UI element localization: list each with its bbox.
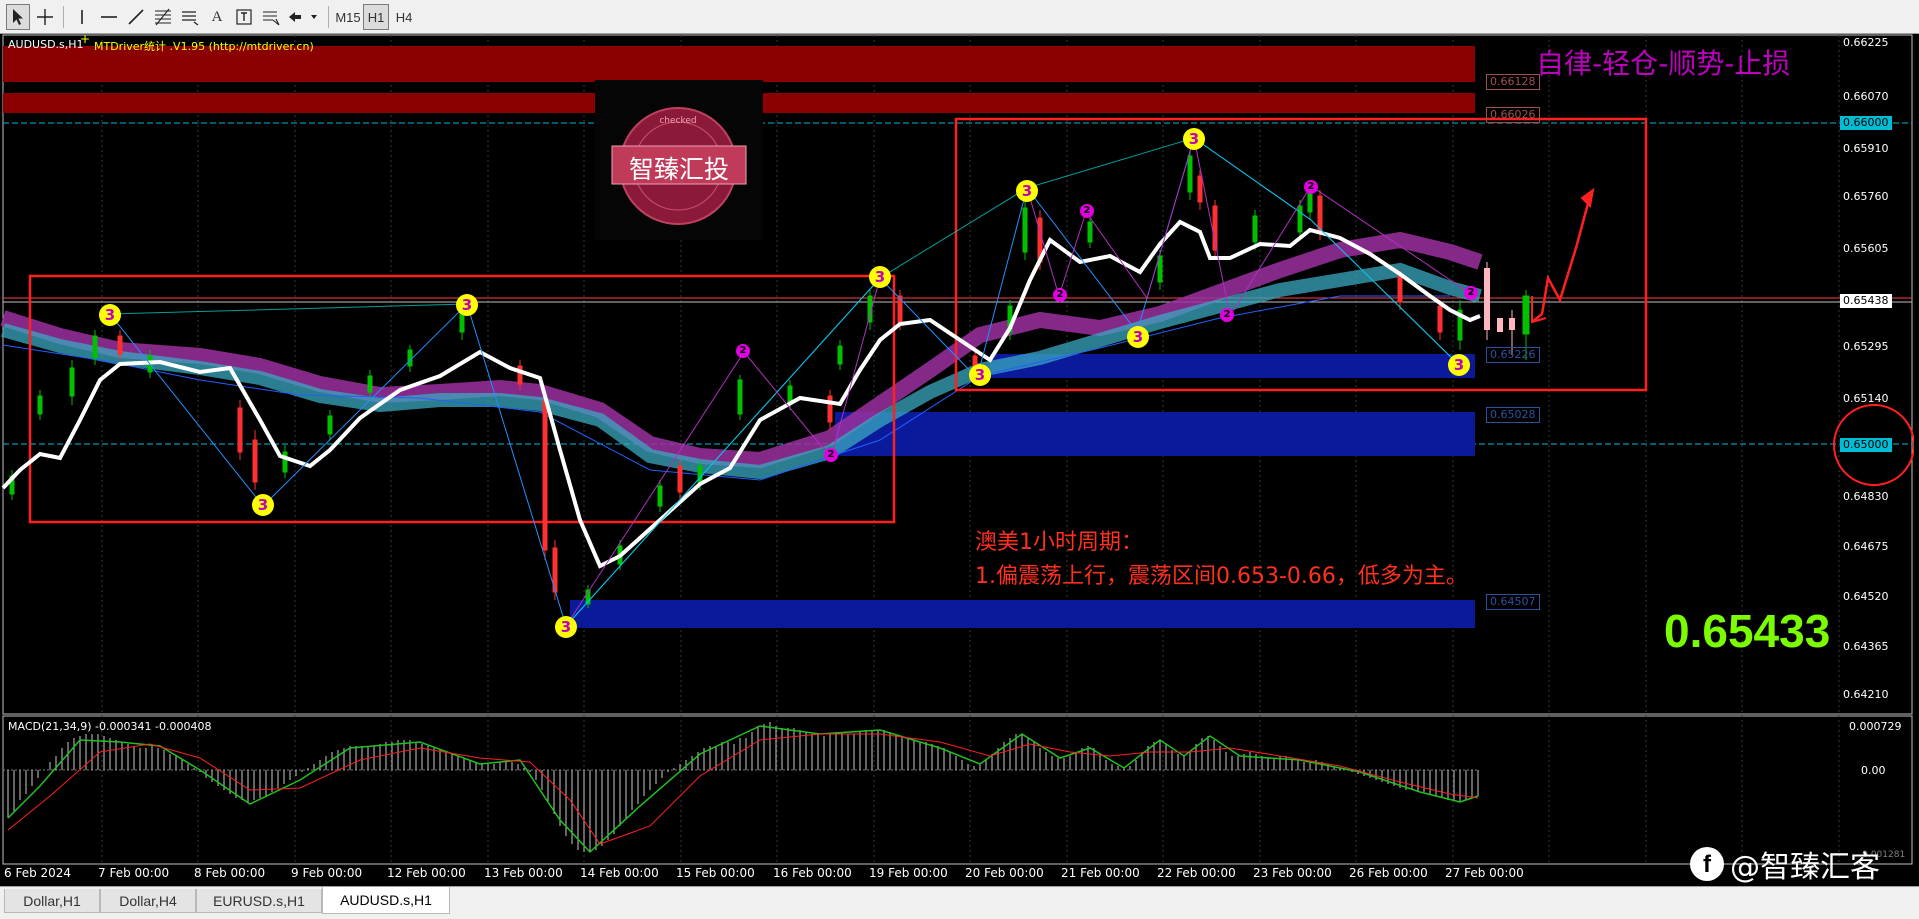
time-tick: 12 Feb 00:00: [387, 866, 466, 880]
zone-price-label: 0.65028: [1486, 407, 1540, 423]
current-price-display: 0.65433: [1664, 605, 1831, 657]
wave-label-2: 2: [1220, 308, 1234, 322]
facebook-icon: f: [1690, 847, 1724, 881]
price-tick: 0.64520: [1843, 590, 1889, 603]
tab-audusd-h1[interactable]: AUDUSD.s,H1: [322, 887, 450, 914]
horizontal-line-icon[interactable]: [97, 4, 121, 30]
price-tick: 0.64675: [1843, 540, 1889, 553]
macd-axis-tick: 0.000729: [1849, 720, 1902, 733]
wave-label-2: 2: [1304, 180, 1318, 194]
zone-price-label: 0.66026: [1486, 107, 1540, 123]
level-price-box: 0.66000: [1840, 116, 1892, 130]
indicator-label: MTDriver统计 .V1.95 (http://mtdriver.cn): [94, 40, 314, 53]
price-tick: 0.64830: [1843, 490, 1889, 503]
time-tick: 7 Feb 00:00: [98, 866, 170, 880]
text-icon[interactable]: A: [205, 4, 229, 30]
wave-label-3: 3: [555, 616, 577, 638]
zone-price-label: 0.65226: [1486, 347, 1540, 363]
toolbar: A M15 H1 H4: [0, 0, 1919, 34]
time-tick: 8 Feb 00:00: [194, 866, 266, 880]
text-icon-glyph: A: [211, 8, 223, 25]
time-tick: 9 Feb 00:00: [291, 866, 363, 880]
analysis-body: 1.偏震荡上行，震荡区间0.653-0.66，低多为主。: [975, 564, 1468, 589]
wave-label-2: 2: [736, 344, 750, 358]
slogan-text: 自律-轻仓-顺势-止损: [1536, 47, 1791, 80]
tab-eurusd-h1[interactable]: EURUSD.s,H1: [196, 889, 322, 913]
time-tick: 23 Feb 00:00: [1253, 866, 1332, 880]
macd-axis-tick: 0.00: [1861, 764, 1886, 777]
time-axis: 6 Feb 2024 7 Feb 00:00 8 Feb 00:00 9 Feb…: [0, 866, 1919, 884]
cursor-icon[interactable]: [6, 4, 30, 30]
wave-label-3: 3: [1016, 180, 1038, 202]
price-tick: 0.64210: [1843, 688, 1889, 701]
time-tick: 6 Feb 2024: [4, 866, 72, 880]
chart-symbol-label: AUDUSD.s,H1: [8, 38, 84, 51]
logo-text: 智臻汇投: [628, 155, 729, 184]
time-tick: 27 Feb 00:00: [1445, 866, 1524, 880]
wave-label-3: 3: [1448, 354, 1470, 376]
time-tick: 21 Feb 00:00: [1061, 866, 1140, 880]
price-tick: 0.66070: [1843, 90, 1889, 103]
tab-dollar-h1[interactable]: Dollar,H1: [4, 889, 100, 913]
timeframe-h1[interactable]: H1: [363, 4, 389, 30]
wave-label-3: 3: [969, 364, 991, 386]
price-tick: 0.65605: [1843, 242, 1889, 255]
zone-price-label: 0.64507: [1486, 594, 1540, 610]
watermark: f @智臻汇客: [1690, 842, 1880, 886]
watermark-text: @智臻汇客: [1730, 850, 1880, 885]
price-tick: 0.64365: [1843, 640, 1889, 653]
timeframe-m15[interactable]: M15: [334, 4, 362, 30]
chart-tabs: Dollar,H1 Dollar,H4 EURUSD.s,H1 AUDUSD.s…: [0, 886, 1919, 919]
trendline-icon[interactable]: [124, 4, 148, 30]
time-tick: 13 Feb 00:00: [484, 866, 563, 880]
wave-label-3: 3: [1127, 326, 1149, 348]
crosshair-icon[interactable]: [33, 4, 57, 30]
time-tick: 15 Feb 00:00: [676, 866, 755, 880]
level-price-box: 0.65000: [1840, 438, 1892, 452]
price-tick: 0.65910: [1843, 142, 1889, 155]
stamp-ring-text: checked: [659, 116, 697, 126]
tab-dollar-h4[interactable]: Dollar,H4: [100, 889, 196, 913]
zone-price-label: 0.66128: [1486, 74, 1540, 90]
wave-label-2: 2: [1053, 288, 1067, 302]
time-tick: 26 Feb 00:00: [1349, 866, 1428, 880]
price-tick: 0.65140: [1843, 392, 1889, 405]
wave-label-2: 2: [1464, 286, 1478, 300]
vertical-line-icon[interactable]: [70, 4, 94, 30]
price-chart[interactable]: AUDUSD.s,H1 + MTDriver统计 .V1.95 (http://…: [0, 32, 1919, 886]
price-tick: 0.65760: [1843, 190, 1889, 203]
plus-icon: +: [80, 32, 91, 46]
macd-label: MACD(21,34,9) -0.000341 -0.000408: [8, 720, 212, 733]
wave-label-3: 3: [456, 294, 478, 316]
wave-label-2: 2: [1080, 204, 1094, 218]
wave-label-3: 3: [869, 266, 891, 288]
wave-label-3: 3: [99, 304, 121, 326]
fibonacci-icon[interactable]: [151, 4, 175, 30]
channel-icon[interactable]: [178, 4, 202, 30]
price-tick: 0.66225: [1843, 36, 1889, 49]
time-tick: 20 Feb 00:00: [965, 866, 1044, 880]
wave-label-3: 3: [252, 494, 274, 516]
timeframe-h4[interactable]: H4: [390, 4, 418, 30]
analysis-title: 澳美1小时周期：: [975, 530, 1143, 555]
current-price-box: 0.65438: [1840, 294, 1892, 308]
wave-label-2: 2: [824, 448, 838, 462]
arrow-shapes-icon[interactable]: [286, 4, 320, 30]
chart-canvas: [0, 34, 1915, 865]
wave-label-3: 3: [1183, 128, 1205, 150]
time-tick: 16 Feb 00:00: [773, 866, 852, 880]
time-tick: 14 Feb 00:00: [580, 866, 659, 880]
time-tick: 22 Feb 00:00: [1157, 866, 1236, 880]
time-tick: 19 Feb 00:00: [869, 866, 948, 880]
fibo-fan-icon[interactable]: [259, 4, 283, 30]
price-tick: 0.65295: [1843, 340, 1889, 353]
text-label-icon[interactable]: [232, 4, 256, 30]
